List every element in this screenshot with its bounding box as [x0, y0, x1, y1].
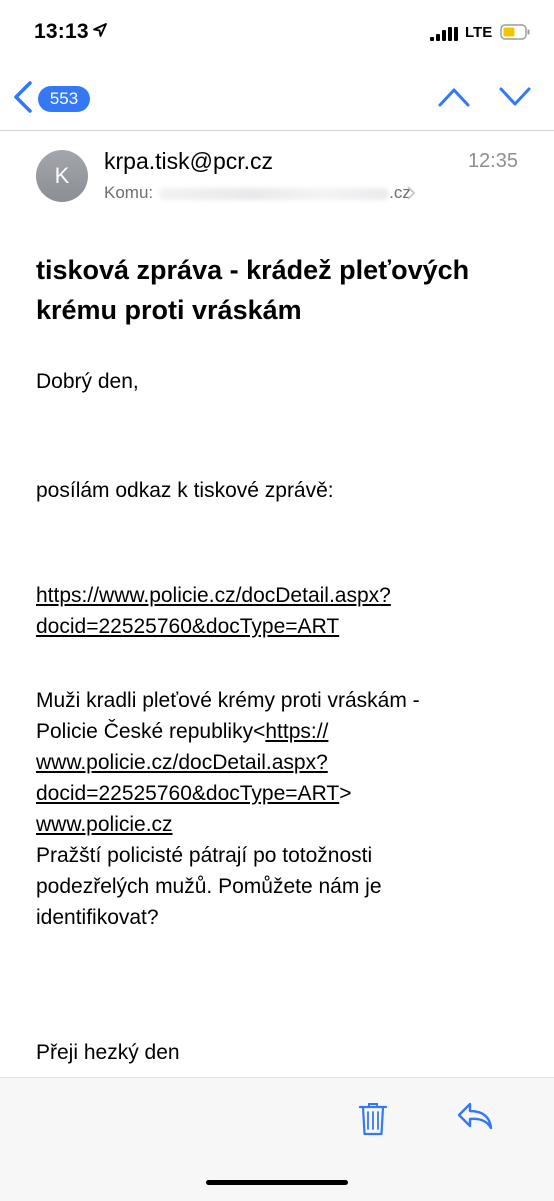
sender-address[interactable]: krpa.tisk@pcr.cz — [104, 148, 273, 175]
home-indicator — [206, 1180, 348, 1185]
press-release-link[interactable]: https://www.policie.cz/docDetail.aspx? d… — [36, 580, 526, 642]
navigation-bar: 553 — [0, 64, 554, 131]
received-time: 12:35 — [467, 150, 518, 172]
article-link-3[interactable]: docid=22525760&docType=ART — [36, 782, 339, 805]
recipient-row[interactable]: Komu: .cz — [104, 183, 411, 203]
article-link-1[interactable]: https:// — [265, 720, 328, 743]
chevron-down-icon[interactable] — [498, 86, 532, 108]
status-bar: 13:13 LTE — [0, 0, 554, 64]
chevron-up-icon[interactable] — [437, 86, 471, 108]
summary-line3: identifikovat? — [36, 906, 159, 929]
trash-icon[interactable] — [358, 1101, 388, 1137]
link-line-2[interactable]: docid=22525760&docType=ART — [36, 615, 339, 638]
article-title-line2: Policie České republiky< — [36, 720, 266, 743]
location-arrow-icon — [93, 23, 107, 37]
chevron-left-icon[interactable] — [12, 80, 34, 114]
article-link-2[interactable]: www.policie.cz/docDetail.aspx? — [36, 751, 328, 774]
cellular-signal-icon — [430, 27, 458, 41]
network-label: LTE — [465, 24, 493, 41]
summary-line2: podezřelých mužů. Pomůžete nám je — [36, 875, 382, 898]
battery-icon — [500, 24, 530, 40]
unread-count-badge[interactable]: 553 — [38, 86, 90, 112]
closing-text: Přeji hezký den — [36, 1041, 180, 1064]
article-link-suffix: > — [339, 782, 352, 805]
status-time: 13:13 — [34, 20, 89, 43]
reply-icon[interactable] — [456, 1101, 494, 1131]
article-title-line1: Muži kradli pleťové krémy proti vráskám … — [36, 689, 420, 712]
link-line-1[interactable]: https://www.policie.cz/docDetail.aspx? — [36, 584, 391, 607]
avatar[interactable]: K — [36, 150, 88, 202]
chevron-right-icon[interactable] — [406, 186, 416, 200]
recipient-label: Komu: — [104, 183, 154, 202]
email-subject: tisková zpráva - krádež pleťových krému … — [36, 255, 470, 325]
greeting: Dobrý den, — [36, 370, 139, 393]
recipient-redacted — [159, 187, 390, 200]
article-preview: Muži kradli pleťové krémy proti vráskám … — [36, 685, 526, 933]
summary-line1: Pražští policisté pátrají po totožnosti — [36, 844, 373, 867]
site-link[interactable]: www.policie.cz — [36, 813, 173, 836]
intro-text: posílám odkaz k tiskové zprávě: — [36, 479, 334, 502]
